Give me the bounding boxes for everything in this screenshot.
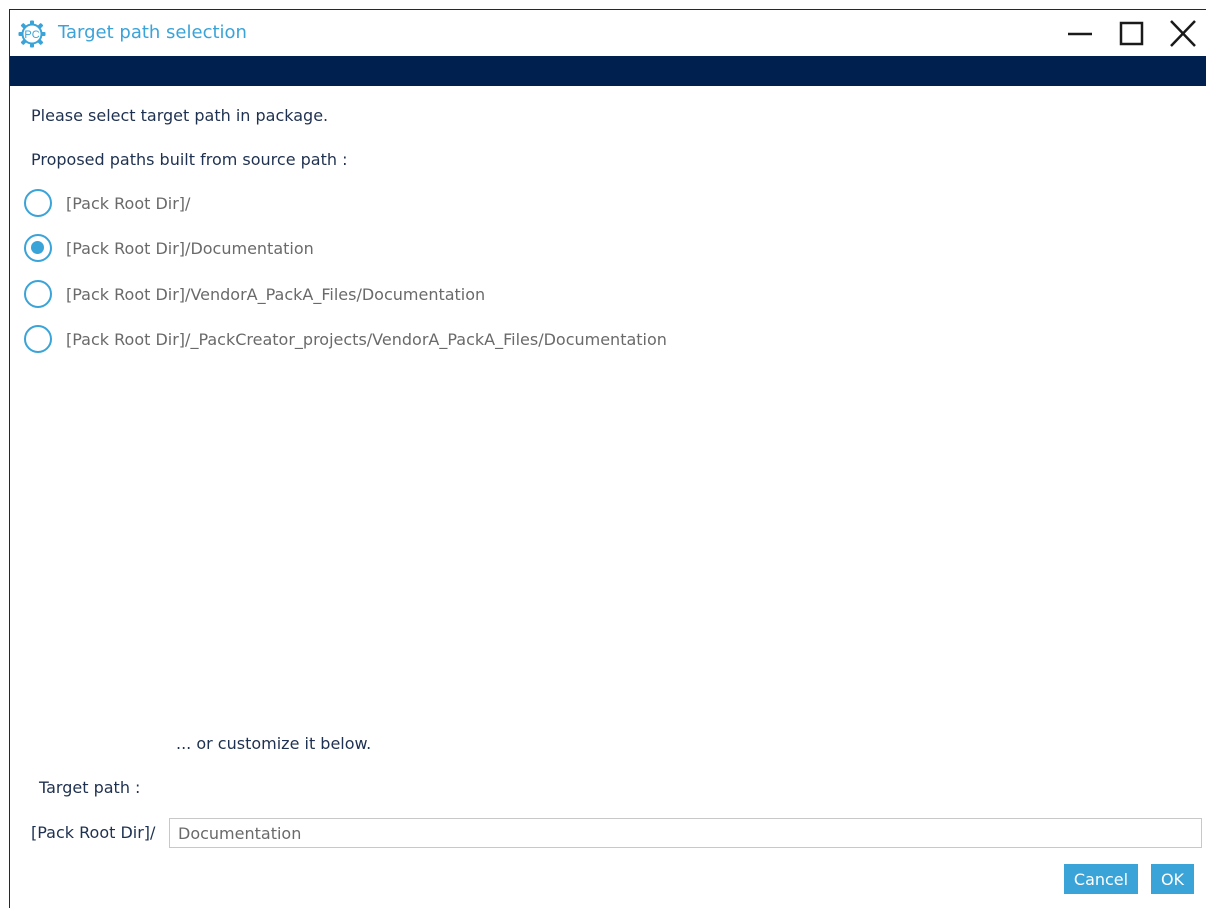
header-banner [10,56,1206,86]
path-option-projects-vendor-documentation[interactable]: [Pack Root Dir]/_PackCreator_projects/Ve… [24,323,667,355]
target-path-input[interactable] [169,818,1202,848]
radio-button[interactable] [24,189,52,217]
dialog-window: PC Target path selection Please select t… [9,9,1206,908]
path-option-vendor-documentation[interactable]: [Pack Root Dir]/VendorA_PackA_Files/Docu… [24,278,485,310]
svg-text:PC: PC [24,29,39,41]
radio-button[interactable] [24,234,52,262]
path-option-label: [Pack Root Dir]/VendorA_PackA_Files/Docu… [66,284,486,304]
path-option-label: [Pack Root Dir]/Documentation [66,238,314,258]
instruction-text: Please select target path in package. [31,106,329,125]
radio-button[interactable] [24,280,52,308]
title-bar[interactable]: PC Target path selection [10,10,1206,56]
path-option-label: [Pack Root Dir]/_PackCreator_projects/Ve… [66,329,667,349]
ok-button[interactable]: OK [1151,864,1194,894]
minimize-button[interactable] [1062,18,1098,50]
window-title: Target path selection [58,22,247,43]
path-option-documentation[interactable]: [Pack Root Dir]/Documentation [24,232,314,264]
close-icon [1170,20,1196,47]
path-option-label: [Pack Root Dir]/ [66,193,191,213]
maximize-button[interactable] [1114,18,1150,50]
gear-pc-icon: PC [18,20,46,48]
path-option-root[interactable]: [Pack Root Dir]/ [24,187,190,219]
cancel-button[interactable]: Cancel [1064,864,1138,894]
customize-label: ... or customize it below. [176,734,372,753]
target-path-label: Target path : [39,778,141,797]
target-path-prefix: [Pack Root Dir]/ [31,823,156,842]
maximize-icon [1119,21,1144,46]
close-button[interactable] [1165,18,1201,50]
radio-button[interactable] [24,325,52,353]
proposed-paths-label: Proposed paths built from source path : [31,150,348,169]
minimize-icon [1068,32,1092,36]
